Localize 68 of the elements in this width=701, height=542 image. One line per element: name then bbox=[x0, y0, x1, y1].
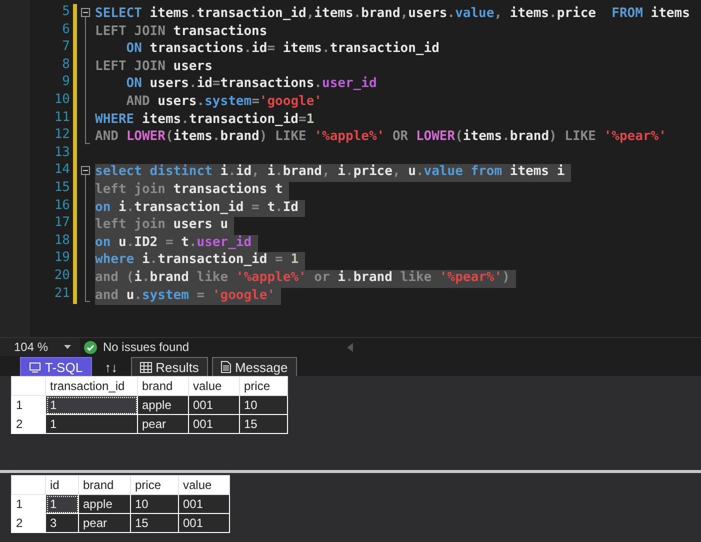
column-header[interactable]: brand bbox=[78, 476, 130, 494]
line-number: 21 bbox=[53, 286, 71, 302]
column-header[interactable]: brand bbox=[138, 376, 188, 396]
line-number: 9 bbox=[61, 74, 71, 92]
result-tab[interactable]: T-SQL bbox=[20, 357, 92, 376]
line-number: 19 bbox=[53, 250, 71, 268]
line-number: 10 bbox=[53, 92, 71, 109]
column-header[interactable]: transaction_id bbox=[46, 376, 138, 396]
table-cell[interactable]: 1 bbox=[46, 414, 138, 434]
line-number: 17 bbox=[53, 215, 71, 232]
line-number: 20 bbox=[53, 268, 71, 285]
table-cell[interactable]: pear bbox=[138, 414, 188, 434]
collapse-icon[interactable] bbox=[81, 166, 90, 176]
table-cell[interactable]: 15 bbox=[130, 514, 178, 532]
line-number: 8 bbox=[61, 56, 71, 74]
code-line: ON users.id=transactions.user_id bbox=[125, 76, 378, 94]
check-icon bbox=[84, 340, 97, 354]
status-message: No issues found bbox=[103, 340, 190, 354]
table-cell[interactable]: apple bbox=[78, 494, 130, 514]
collapse-icon[interactable] bbox=[81, 8, 90, 17]
table-cell[interactable]: pear bbox=[78, 514, 130, 532]
column-header[interactable]: price bbox=[130, 476, 178, 494]
table-cell[interactable]: 001 bbox=[178, 494, 230, 514]
result-tab[interactable]: Message bbox=[212, 357, 297, 376]
table-cell[interactable]: 001 bbox=[178, 514, 230, 532]
column-header[interactable]: id bbox=[46, 476, 78, 494]
line-number: 16 bbox=[53, 198, 71, 215]
caret-icon bbox=[64, 345, 72, 349]
row-number[interactable]: 2 bbox=[12, 514, 46, 532]
code-line: AND LOWER(items.brand) LIKE '%apple%' OR LOWER(items.brand) LIKE '%pear%' bbox=[95, 129, 668, 146]
table-cell[interactable]: 001 bbox=[188, 396, 240, 414]
result-tab[interactable]: Results bbox=[130, 357, 208, 376]
code-line: AND users.system='google' bbox=[125, 94, 324, 111]
grid-icon bbox=[140, 362, 152, 372]
sort-toggle[interactable]: ↑↓ bbox=[96, 357, 127, 376]
code-line: ON transactions.id= items.transaction_id bbox=[125, 41, 440, 58]
column-header[interactable]: value bbox=[178, 476, 230, 494]
row-number[interactable]: 2 bbox=[12, 414, 46, 434]
corner-cell bbox=[12, 376, 46, 396]
table-cell[interactable]: 10 bbox=[130, 494, 178, 514]
code-line: LEFT JOIN transactions bbox=[95, 24, 268, 41]
table-cell[interactable]: apple bbox=[138, 396, 188, 414]
table-cell[interactable]: 10 bbox=[240, 396, 288, 414]
table-cell[interactable]: 001 bbox=[188, 414, 240, 434]
row-number[interactable]: 1 bbox=[12, 396, 46, 414]
line-number: 7 bbox=[61, 39, 71, 56]
table-cell[interactable]: 1 bbox=[46, 396, 138, 414]
document-icon bbox=[220, 361, 231, 373]
line-number: 6 bbox=[61, 22, 71, 39]
row-number[interactable]: 1 bbox=[12, 494, 46, 514]
line-number: 11 bbox=[53, 110, 71, 127]
line-number: 13 bbox=[53, 144, 71, 162]
corner-cell bbox=[12, 476, 46, 494]
line-number: 18 bbox=[53, 232, 71, 250]
line-number: 14 bbox=[53, 162, 71, 180]
line-number: 5 bbox=[61, 4, 71, 21]
table-cell[interactable]: 3 bbox=[46, 514, 78, 532]
line-number: 12 bbox=[53, 127, 71, 144]
table-cell[interactable]: 15 bbox=[240, 414, 288, 434]
query-icon bbox=[29, 362, 41, 372]
table-cell[interactable]: 1 bbox=[46, 494, 78, 514]
line-number: 15 bbox=[53, 180, 71, 197]
zoom-dropdown[interactable]: 104 % bbox=[0, 338, 80, 356]
code-line: WHERE items.transaction_id=1 bbox=[95, 112, 316, 129]
code-line: LEFT JOIN users bbox=[95, 58, 214, 76]
column-header[interactable]: value bbox=[188, 376, 240, 396]
code-line: SELECT items.transaction_id,items.brand,users.value, items.price FROM items bbox=[95, 6, 691, 23]
column-header[interactable]: price bbox=[240, 376, 288, 396]
